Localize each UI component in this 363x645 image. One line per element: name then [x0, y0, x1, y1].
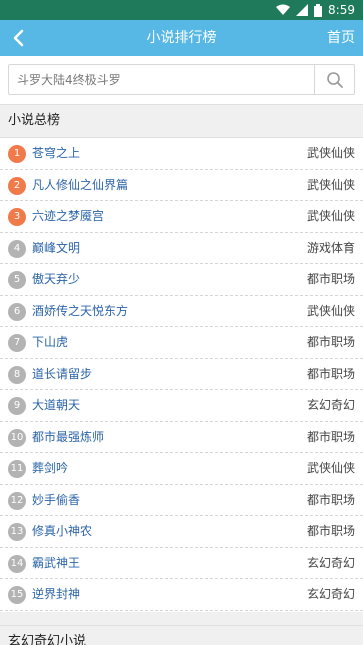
book-title-link[interactable]: 逆界封神 [32, 579, 80, 610]
back-button[interactable] [6, 26, 30, 50]
battery-icon [314, 3, 323, 17]
chevron-left-icon [13, 29, 24, 47]
book-title-link[interactable]: 大道朝天 [32, 390, 80, 421]
next-section-title: 玄幻奇幻小说 [8, 634, 87, 645]
book-title-link[interactable]: 道长请留步 [32, 359, 92, 390]
book-title-link[interactable]: 凡人修仙之仙界篇 [32, 170, 128, 201]
status-bar: 8:59 [0, 0, 363, 20]
rank-badge: 9 [8, 397, 26, 415]
next-section-header: 玄幻奇幻小说 [0, 625, 363, 645]
rank-badge: 11 [8, 460, 26, 478]
rank-badge: 12 [8, 491, 26, 510]
list-item[interactable]: 8 道长请留步 都市职场 [0, 359, 363, 390]
rank-badge: 2 [8, 176, 26, 195]
list-item[interactable]: 11 葬剑吟 武侠仙侠 [0, 453, 363, 485]
list-item[interactable]: 7 下山虎 都市职场 [0, 327, 363, 359]
rank-badge: 1 [8, 145, 26, 163]
book-category: 玄幻奇幻 [306, 555, 355, 570]
rank-badge: 5 [8, 271, 26, 289]
book-title-link[interactable]: 下山虎 [32, 327, 68, 358]
list-item[interactable]: 6 酒娇传之天悦东方 武侠仙侠 [0, 296, 363, 327]
book-category: 玄幻奇幻 [306, 398, 355, 412]
search-box [8, 64, 355, 95]
book-category: 武侠仙侠 [306, 461, 355, 475]
book-category: 游戏体育 [306, 240, 355, 255]
app-bar: 小说排行榜 首页 [0, 20, 363, 56]
rank-badge: 10 [8, 428, 26, 447]
section-title: 小说总榜 [8, 113, 61, 128]
book-category: 武侠仙侠 [306, 146, 355, 160]
rank-badge: 7 [8, 334, 26, 352]
list-item[interactable]: 12 妙手偷香 都市职场 [0, 485, 363, 516]
book-category: 武侠仙侠 [306, 177, 355, 192]
search-bar [0, 56, 363, 104]
book-title-link[interactable]: 葬剑吟 [32, 453, 68, 484]
book-title-link[interactable]: 妙手偷香 [32, 485, 80, 516]
rank-badge: 8 [8, 365, 26, 384]
list-item[interactable]: 9 大道朝天 玄幻奇幻 [0, 390, 363, 422]
page-title: 小说排行榜 [146, 30, 217, 46]
book-category: 都市职场 [306, 524, 355, 538]
book-title-link[interactable]: 六迹之梦魇宫 [32, 201, 104, 232]
book-category: 都市职场 [306, 272, 355, 286]
book-category: 都市职场 [306, 492, 355, 507]
list-item[interactable]: 4 巅峰文明 游戏体育 [0, 233, 363, 264]
list-item[interactable]: 10 都市最强炼师 都市职场 [0, 422, 363, 453]
search-icon [326, 71, 343, 88]
book-category: 武侠仙侠 [306, 303, 355, 318]
rank-badge: 4 [8, 239, 26, 258]
book-title-link[interactable]: 酒娇传之天悦东方 [32, 296, 128, 327]
rank-badge: 6 [8, 302, 26, 321]
search-input[interactable] [9, 65, 315, 94]
book-title-link[interactable]: 霸武神王 [32, 548, 80, 579]
wifi-icon [276, 4, 291, 15]
book-category: 都市职场 [306, 429, 355, 444]
status-time: 8:59 [328, 3, 355, 17]
rank-badge: 13 [8, 523, 26, 541]
list-item[interactable]: 3 六迹之梦魇宫 武侠仙侠 [0, 201, 363, 233]
ranking-list: 1 苍穹之上 武侠仙侠 2 凡人修仙之仙界篇 武侠仙侠 3 六迹之梦魇宫 武侠仙… [0, 138, 363, 612]
list-item[interactable]: 15 逆界封神 玄幻奇幻 [0, 579, 363, 611]
section-header: 小说总榜 [0, 104, 363, 138]
list-item[interactable]: 2 凡人修仙之仙界篇 武侠仙侠 [0, 170, 363, 201]
signal-icon [296, 4, 309, 16]
book-title-link[interactable]: 傲天弃少 [32, 264, 80, 295]
book-title-link[interactable]: 巅峰文明 [32, 233, 80, 264]
rank-badge: 15 [8, 586, 26, 604]
home-link[interactable]: 首页 [327, 20, 355, 56]
book-category: 玄幻奇幻 [306, 587, 355, 601]
book-category: 都市职场 [306, 366, 355, 381]
rank-badge: 14 [8, 554, 26, 573]
book-title-link[interactable]: 修真小神农 [32, 516, 92, 547]
list-item[interactable]: 1 苍穹之上 武侠仙侠 [0, 138, 363, 170]
search-button[interactable] [314, 65, 354, 94]
status-icons: 8:59 [276, 2, 355, 18]
rank-badge: 3 [8, 208, 26, 226]
list-item[interactable]: 5 傲天弃少 都市职场 [0, 264, 363, 296]
book-category: 武侠仙侠 [306, 209, 355, 223]
list-item[interactable]: 14 霸武神王 玄幻奇幻 [0, 548, 363, 579]
book-title-link[interactable]: 都市最强炼师 [32, 422, 104, 453]
book-title-link[interactable]: 苍穹之上 [32, 138, 80, 169]
list-item[interactable]: 13 修真小神农 都市职场 [0, 516, 363, 548]
book-category: 都市职场 [306, 335, 355, 349]
